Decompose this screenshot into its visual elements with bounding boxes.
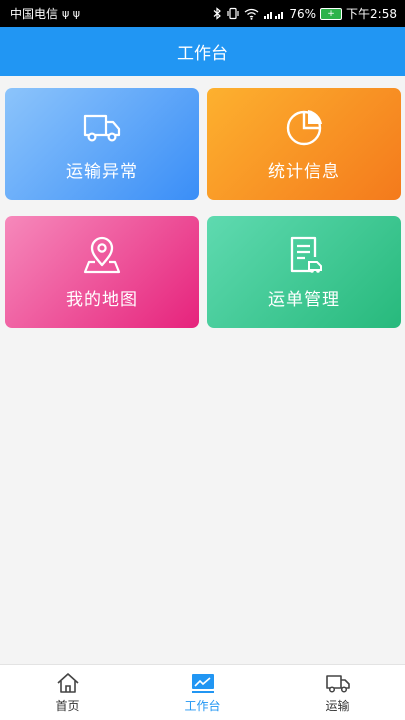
nav-item-home[interactable]: 首页	[0, 665, 135, 720]
wifi-icon	[244, 8, 259, 20]
nav-label: 运输	[325, 698, 350, 713]
dashboard-icon	[191, 673, 214, 693]
tile-label: 运单管理	[268, 289, 340, 310]
status-bar-right: 76% + 下午2:58	[213, 5, 397, 22]
nav-label: 首页	[55, 698, 80, 713]
map-pin-icon	[83, 236, 121, 273]
tile-label: 我的地图	[66, 289, 138, 310]
battery-percent: 76%	[289, 6, 317, 21]
truck-icon	[325, 674, 350, 693]
tile-waybill-management[interactable]: 运单管理	[207, 216, 401, 328]
signal-icon	[264, 11, 284, 19]
waybill-icon	[290, 236, 322, 273]
bluetooth-icon	[213, 7, 222, 20]
nav-label: 工作台	[184, 698, 221, 713]
tile-statistics[interactable]: 统计信息	[207, 88, 401, 200]
tile-label: 统计信息	[268, 161, 340, 182]
status-bar: 中国电信 ψ ψ 76% + 下午2:58	[0, 0, 405, 27]
tile-transport-exception[interactable]: 运输异常	[5, 88, 199, 200]
nav-item-transport[interactable]: 运输	[270, 665, 405, 720]
tile-my-map[interactable]: 我的地图	[5, 216, 199, 328]
status-time: 下午2:58	[346, 7, 397, 21]
battery-icon: +	[320, 7, 343, 20]
app-header: 工作台	[0, 27, 405, 76]
bottom-nav: 首页 工作台 运输	[0, 664, 405, 720]
home-icon	[56, 672, 79, 693]
truck-icon	[83, 114, 121, 142]
pie-chart-icon	[286, 109, 322, 145]
status-bar-left: 中国电信 ψ ψ	[10, 5, 80, 22]
nav-item-workbench[interactable]: 工作台	[135, 665, 270, 720]
carrier-name: 中国电信	[10, 7, 59, 21]
tile-label: 运输异常	[66, 161, 138, 182]
vibrate-icon	[227, 7, 239, 20]
usb-icon: ψ ψ	[62, 7, 81, 20]
page-title: 工作台	[177, 44, 228, 64]
